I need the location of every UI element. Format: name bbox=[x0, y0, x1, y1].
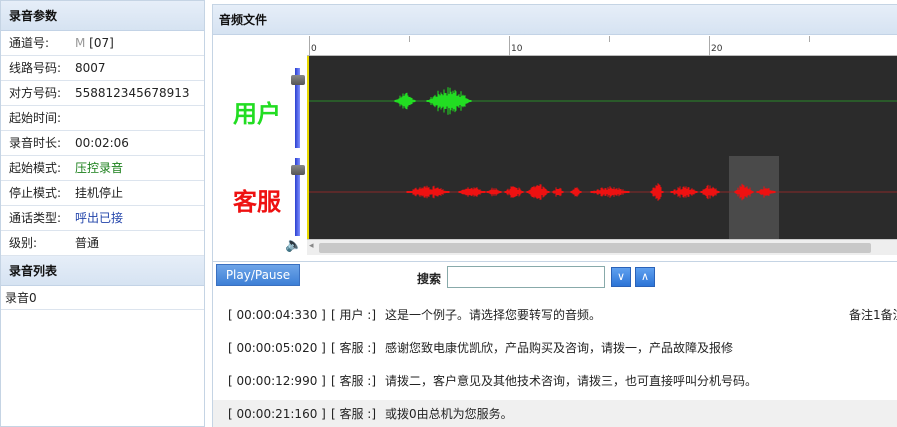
transcript-row[interactable]: [ 00:00:21:160 ] [ 客服 :] 或拨0由总机为您服务。 bbox=[213, 400, 897, 427]
params-header: 录音参数 bbox=[1, 1, 204, 31]
ruler-tick bbox=[809, 36, 810, 42]
transcript-speaker: [ 用户 :] bbox=[331, 308, 377, 322]
transcript-speaker: [ 客服 :] bbox=[331, 374, 377, 388]
cs-wave-segment bbox=[570, 187, 582, 197]
user-wave-segment bbox=[426, 87, 472, 115]
ruler-tick-label: 0 bbox=[311, 44, 317, 54]
transcript-time: [ 00:00:04:330 ] bbox=[228, 308, 326, 322]
cs-wave-segment bbox=[458, 187, 486, 197]
cs-wave-segment bbox=[670, 186, 698, 198]
param-row: 停止模式: 挂机停止 bbox=[1, 181, 204, 206]
user-wave-segment bbox=[394, 92, 416, 110]
transcript-text: 这是一个例子。请选择您要转写的音频。 bbox=[385, 308, 602, 322]
transcript-row[interactable]: [ 00:00:05:020 ] [ 客服 :] 感谢您致电康优凯欣，产品购买及咨询… bbox=[213, 334, 897, 362]
param-row: 起始模式: 压控录音 bbox=[1, 156, 204, 181]
param-value: 压控录音 bbox=[75, 161, 124, 175]
transcript-text: 感谢您致电康优凯欣，产品购买及咨询，请拨一，产品故障及报修 bbox=[385, 341, 734, 355]
play-pause-button[interactable]: Play/Pause bbox=[216, 264, 300, 286]
selection-region bbox=[729, 156, 779, 239]
transcript-text: 或拨0由总机为您服务。 bbox=[385, 407, 513, 421]
ruler-tick bbox=[609, 36, 610, 42]
param-row: 对方号码: 558812345678913 bbox=[1, 81, 204, 106]
transcript-row[interactable]: [ 00:00:12:990 ] [ 客服 :] 请拨二，客户意见及其他技术咨询，请… bbox=[213, 367, 897, 395]
param-prefix: M bbox=[75, 36, 90, 50]
transcript-note: 备注1备注 bbox=[849, 308, 897, 322]
audio-header: 音频文件 bbox=[213, 5, 897, 35]
ruler-tick-label: 20 bbox=[711, 44, 723, 54]
cs-wave-segment bbox=[590, 186, 630, 198]
param-key: 录音时长: bbox=[9, 136, 62, 150]
waveform-area: 用户 客服 0 10 20 🔈 ◂ bbox=[213, 36, 897, 259]
audio-panel: 音频文件 用户 客服 0 10 20 🔈 ◂ Play/Pause 搜索 ∨ ∧… bbox=[212, 4, 897, 427]
scrollbar-thumb[interactable] bbox=[319, 243, 871, 253]
chevron-down-icon[interactable]: ∨ bbox=[611, 267, 631, 287]
param-key: 通话类型: bbox=[9, 211, 62, 225]
cs-wave-segment bbox=[526, 184, 550, 200]
cs-wave-segment bbox=[700, 184, 720, 200]
param-key: 级别: bbox=[9, 236, 38, 250]
cs-wave-segment bbox=[486, 187, 502, 197]
ruler-tick bbox=[309, 36, 310, 56]
search-input[interactable] bbox=[447, 266, 605, 288]
waveform-scrollbar[interactable]: ◂ bbox=[307, 239, 897, 255]
params-list: 通道号: M [07] 线路号码: 8007 对方号码: 558812345678913 起… bbox=[1, 31, 204, 256]
speaker-icon[interactable]: 🔈 bbox=[285, 237, 302, 253]
param-value: 普通 bbox=[75, 236, 100, 250]
recording-list-item[interactable]: 录音0 bbox=[1, 286, 204, 310]
chevron-up-icon[interactable]: ∧ bbox=[635, 267, 655, 287]
param-value: 呼出已接 bbox=[75, 211, 124, 225]
transcript-time: [ 00:00:05:020 ] bbox=[228, 341, 326, 355]
recording-list-header: 录音列表 bbox=[1, 256, 204, 286]
param-row: 线路号码: 8007 bbox=[1, 56, 204, 81]
user-volume-slider[interactable] bbox=[291, 68, 305, 148]
ruler-tick bbox=[509, 36, 510, 56]
waveform-svg bbox=[309, 87, 897, 239]
transcript-row[interactable]: [ 00:00:04:330 ] [ 用户 :] 这是一个例子。请选择您要转写的音频… bbox=[213, 301, 897, 329]
cs-wave-segment bbox=[650, 183, 664, 201]
transcript-list: [ 00:00:04:330 ] [ 用户 :] 这是一个例子。请选择您要转写的音频… bbox=[213, 295, 897, 427]
param-row: 级别: 普通 bbox=[1, 231, 204, 256]
param-key: 通道号: bbox=[9, 36, 50, 50]
recording-list: 录音0 bbox=[1, 286, 204, 310]
cs-wave-segment bbox=[504, 186, 524, 198]
transcript-time: [ 00:00:12:990 ] bbox=[228, 374, 326, 388]
param-key: 起始时间: bbox=[9, 111, 62, 125]
transcript-speaker: [ 客服 :] bbox=[331, 341, 377, 355]
ruler-tick bbox=[409, 36, 410, 42]
waveform-display[interactable] bbox=[307, 56, 897, 239]
cs-wave-segment bbox=[406, 185, 450, 199]
cs-volume-knob[interactable] bbox=[291, 165, 305, 175]
param-value: 8007 bbox=[75, 61, 106, 75]
param-key: 停止模式: bbox=[9, 186, 62, 200]
transcript-time: [ 00:00:21:160 ] bbox=[228, 407, 326, 421]
param-row: 通话类型: 呼出已接 bbox=[1, 206, 204, 231]
transcript-speaker: [ 客服 :] bbox=[331, 407, 377, 421]
param-value: 00:02:06 bbox=[75, 136, 129, 150]
param-row: 通道号: M [07] bbox=[1, 31, 204, 56]
param-value: 挂机停止 bbox=[75, 186, 124, 200]
time-ruler: 0 10 20 bbox=[307, 36, 897, 56]
left-panel: 录音参数 通道号: M [07] 线路号码: 8007 对方号码: 55881234567… bbox=[0, 0, 205, 427]
param-key: 起始模式: bbox=[9, 161, 62, 175]
param-key: 对方号码: bbox=[9, 86, 62, 100]
cs-wave-segment bbox=[552, 187, 564, 197]
param-row: 录音时长: 00:02:06 bbox=[1, 131, 204, 156]
channel-label-user: 用户 bbox=[233, 100, 281, 128]
cs-volume-slider[interactable] bbox=[291, 158, 305, 236]
user-volume-knob[interactable] bbox=[291, 75, 305, 85]
param-value: [07] bbox=[89, 36, 114, 50]
ruler-tick bbox=[709, 36, 710, 56]
scroll-left-icon[interactable]: ◂ bbox=[309, 241, 314, 251]
param-key: 线路号码: bbox=[9, 61, 62, 75]
param-row: 起始时间: bbox=[1, 106, 204, 131]
search-label: 搜索 bbox=[417, 272, 442, 286]
ruler-tick-label: 10 bbox=[511, 44, 523, 54]
transcript-text: 请拨二，客户意见及其他技术咨询，请拨三，也可直接呼叫分机号码。 bbox=[385, 374, 758, 388]
recording-viewer: 录音参数 通道号: M [07] 线路号码: 8007 对方号码: 55881234567… bbox=[0, 0, 897, 427]
transcript-toolbar: Play/Pause 搜索 ∨ ∧ bbox=[213, 261, 897, 291]
channel-label-cs: 客服 bbox=[233, 188, 281, 216]
param-value: 558812345678913 bbox=[75, 86, 190, 100]
